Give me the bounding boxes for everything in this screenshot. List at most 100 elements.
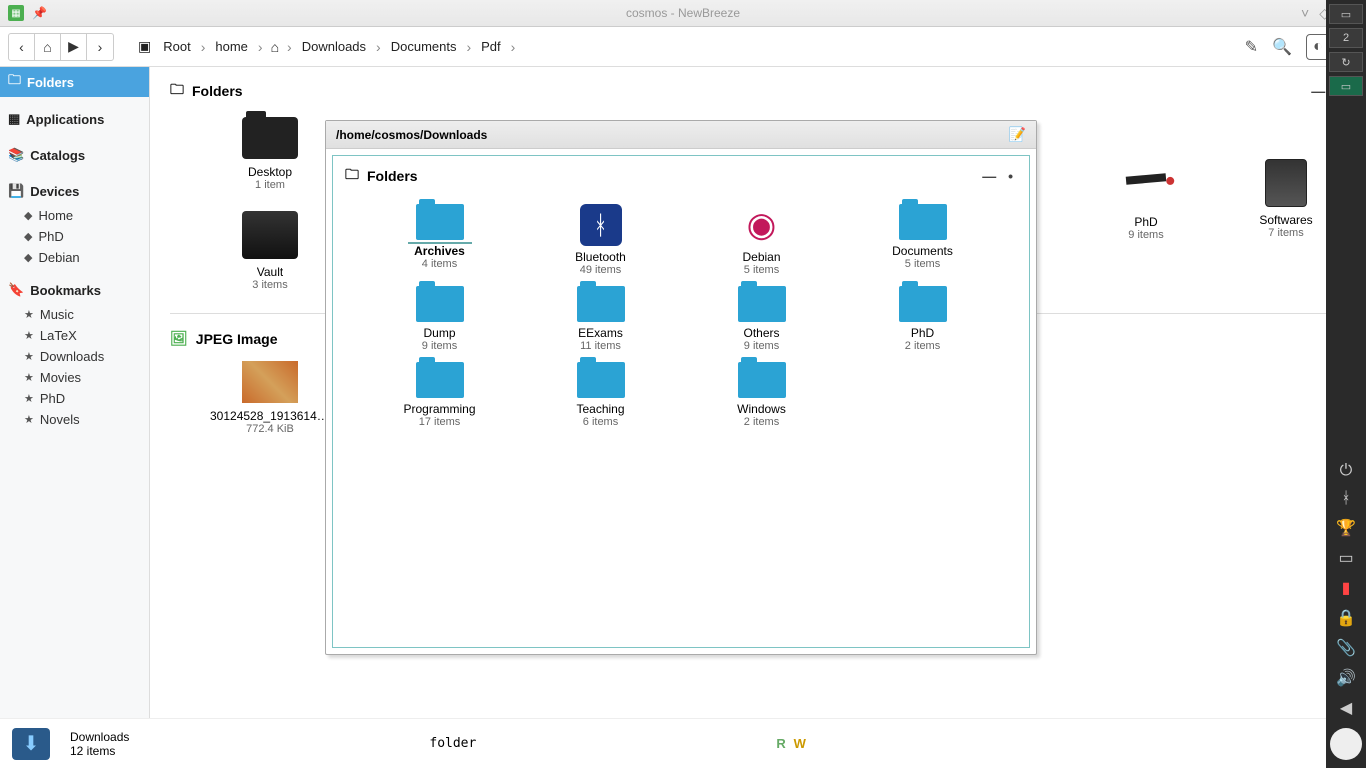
star-icon: ★ [24,413,34,426]
status-count: 12 items [70,744,129,758]
power-icon[interactable]: ⏻ [1340,462,1353,480]
sidebar: 🗀Folders ▦Applications 📚Catalogs 💾Device… [0,67,150,718]
popup-folder-bluetooth[interactable]: ᚼ Bluetooth49 items [522,204,679,276]
search-icon[interactable]: 🔍 [1272,37,1292,57]
status-name: Downloads [70,730,129,744]
star-icon: ★ [24,308,34,321]
folder-vault[interactable]: Vault 3 items [210,211,330,291]
bluetooth-icon[interactable]: ᚼ [1341,490,1351,508]
popup-folder-others[interactable]: Others9 items [683,286,840,352]
titlebar: ▦ 📌 cosmos - NewBreeze ˅ ◇ ✕ [0,0,1366,27]
sidebar-bookmark-downloads[interactable]: ★Downloads [0,346,149,367]
popup-folder-dump[interactable]: Dump9 items [361,286,518,352]
attach-icon[interactable]: 📎 [1336,638,1356,658]
lock-icon[interactable]: 🔒 [1336,608,1356,628]
pin-icon[interactable]: 📌 [32,6,47,20]
forward-play-button[interactable]: ▶ [61,34,87,60]
crumb-downloads[interactable]: Downloads [296,35,372,58]
crumb-documents[interactable]: Documents [385,35,463,58]
home-crumb-icon[interactable]: ⌂ [267,35,283,59]
crumb-pdf[interactable]: Pdf [475,35,507,58]
bullet-icon: ◆ [24,251,32,264]
folder-outline-icon: 🗀 [345,164,359,188]
popup-folder-documents[interactable]: Documents5 items [844,204,1001,276]
desktop-panel: ▭ 2 ↻ ▭ ⏻ ᚼ 🏆 ▭ ▮ 🔒 📎 🔊 ◀ [1326,0,1366,768]
item-label: Windows [737,402,786,416]
item-sublabel: 11 items [580,340,621,352]
item-label: Bluetooth [575,250,626,264]
star-icon: ★ [24,329,34,342]
popup-folder-eexams[interactable]: EExams11 items [522,286,679,352]
crumb-home[interactable]: home [209,35,254,58]
workspace-window-icon[interactable]: ▭ [1329,4,1363,24]
workspace-indicator[interactable]: 2 [1329,28,1363,48]
item-sublabel: 5 items [744,264,779,276]
folder-outline-icon: 🗀 [170,79,184,103]
popup-folder-windows[interactable]: Windows2 items [683,362,840,428]
sidebar-bookmark-music[interactable]: ★Music [0,304,149,325]
popup-section-menu-icon[interactable]: — • [982,168,1017,184]
sidebar-devices-header: 💾Devices [0,177,149,205]
crumb-root[interactable]: Root [157,35,196,58]
popup-folder-teaching[interactable]: Teaching6 items [522,362,679,428]
workspace-cycle-icon[interactable]: ↻ [1329,52,1363,72]
status-type: folder [429,736,476,751]
volume-icon[interactable]: 🔊 [1336,668,1356,688]
item-label: PhD [911,326,934,340]
folder-icon [899,204,947,240]
trophy-icon[interactable]: 🏆 [1336,518,1356,538]
home-button[interactable]: ⌂ [35,34,61,60]
folder-phd[interactable]: PhD 9 items [1086,167,1206,241]
popup-folder-archives[interactable]: Archives4 items [361,204,518,276]
sidebar-bookmark-latex[interactable]: ★LaTeX [0,325,149,346]
minimize-button[interactable]: ˅ [1301,5,1309,21]
forward-button[interactable]: › [87,34,113,60]
status-permissions: R W [776,736,806,752]
sidebar-catalogs[interactable]: 📚Catalogs [0,141,149,169]
item-label: Others [743,326,779,340]
statusbar: ⬇ Downloads 12 items folder R W [0,718,1326,768]
edit-icon[interactable]: ✎ [1245,37,1258,57]
workspace-active[interactable]: ▭ [1329,76,1363,96]
folder-icon [577,362,625,398]
popup-folder-programming[interactable]: Programming17 items [361,362,518,428]
battery-icon[interactable]: ▮ [1342,578,1351,598]
folder-icon [242,117,298,159]
screen-icon[interactable]: ▭ [1338,548,1353,568]
toolbar: ‹ ⌂ ▶ › ▣ Root › home › ⌂ › Downloads › … [0,27,1366,67]
apps-icon: ▦ [8,111,20,127]
item-label: Teaching [576,402,624,416]
popup-folder-phd[interactable]: PhD2 items [844,286,1001,352]
sidebar-device-phd[interactable]: ◆PhD [0,226,149,247]
sidebar-bookmark-phd[interactable]: ★PhD [0,388,149,409]
image-thumb-icon [242,361,298,403]
sidebar-bookmark-movies[interactable]: ★Movies [0,367,149,388]
folder-desktop[interactable]: Desktop 1 item [210,117,330,191]
chevron-icon: › [199,39,208,55]
folder-icon [738,362,786,398]
image-file[interactable]: 30124528_19136140353797... 772.4 KiB [210,361,330,435]
sidebar-device-debian[interactable]: ◆Debian [0,247,149,268]
chevron-left-icon[interactable]: ◀ [1340,698,1352,718]
sidebar-bookmark-novels[interactable]: ★Novels [0,409,149,430]
chevron-icon: › [464,39,473,55]
sidebar-applications[interactable]: ▦Applications [0,105,149,133]
item-sublabel: 5 items [905,258,940,270]
bluetooth-icon: ᚼ [580,204,622,246]
preview-popup: /home/cosmos/Downloads 📝 🗀 Folders — • A… [325,120,1037,655]
clock-icon[interactable] [1330,728,1362,760]
item-label: EExams [578,326,623,340]
popup-folder-debian[interactable]: ◉Debian5 items [683,204,840,276]
sidebar-folders[interactable]: 🗀Folders [0,67,149,97]
star-icon: ★ [24,350,34,363]
popup-edit-icon[interactable]: 📝 [1009,126,1026,143]
item-sublabel: 49 items [580,264,622,276]
root-icon[interactable]: ▣ [134,34,155,59]
debian-icon: ◉ [741,204,783,246]
popup-path: /home/cosmos/Downloads [336,128,487,142]
vault-icon [242,211,298,259]
back-button[interactable]: ‹ [9,34,35,60]
item-sublabel: 2 items [905,340,940,352]
sidebar-device-home[interactable]: ◆Home [0,205,149,226]
chevron-icon: › [374,39,383,55]
